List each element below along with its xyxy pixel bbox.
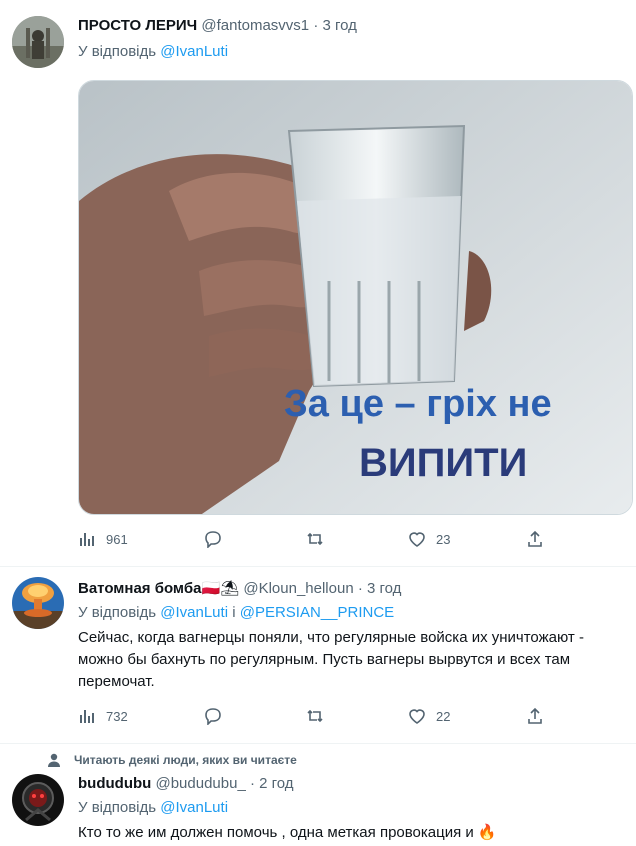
tweet-actions: 732 22 (78, 707, 558, 729)
author-handle[interactable]: @Kloun_helloun (243, 580, 353, 597)
retweet-button[interactable] (306, 707, 334, 725)
name-emoji: 🇵🇱⛱ (201, 580, 240, 597)
reply-prefix: У відповідь (78, 799, 157, 816)
reply-context: У відповідь @IvanLuti (78, 42, 228, 62)
retweet-icon (307, 532, 323, 546)
tweet-header: Ватомная бомба🇵🇱⛱ @Kloun_helloun · 3 год (78, 579, 401, 599)
views-count: 961 (106, 531, 128, 547)
reply-icon (205, 531, 221, 548)
share-icon (528, 707, 542, 724)
views-icon (80, 710, 94, 723)
avatar[interactable] (12, 774, 64, 826)
avatar-image (12, 577, 64, 629)
tweet-media-image[interactable]: За це – гріх не ВИПИТИ (78, 80, 633, 515)
reply-mention[interactable]: @IvanLuti (160, 799, 228, 816)
reply-button[interactable] (204, 707, 232, 725)
timestamp[interactable]: 3 год (367, 580, 401, 597)
avatar[interactable] (12, 16, 64, 68)
share-icon (528, 530, 542, 547)
separator-dot: · (249, 775, 255, 792)
tweet-text: Кто то же им должен помочь , одна меткая… (78, 824, 497, 841)
avatar-image (12, 16, 64, 68)
avatar-image (12, 774, 64, 826)
views-icon (80, 533, 94, 546)
separator-dot: · (313, 17, 319, 34)
avatar[interactable] (12, 577, 64, 629)
reply-prefix: У відповідь (78, 604, 157, 621)
tweet-3[interactable]: Читають деякі люди, яких ви читаєте budu… (0, 744, 636, 846)
tweet-header: bududubu @bududubu_ · 2 год (78, 774, 294, 794)
reply-context: У відповідь @IvanLuti (78, 798, 228, 818)
reply-button[interactable] (204, 530, 232, 548)
like-button[interactable]: 22 (408, 707, 450, 725)
reply-mention-2[interactable]: @PERSIAN__PRINCE (240, 604, 394, 621)
author-name[interactable]: ПРОСТО ЛЕРИЧ (78, 17, 197, 34)
retweet-button[interactable] (306, 530, 334, 548)
meme-image: За це – гріх не ВИПИТИ (79, 81, 632, 514)
social-context: Читають деякі люди, яких ви читаєте (46, 752, 297, 768)
reply-mention[interactable]: @IvanLuti (160, 43, 228, 60)
tweet-text: Сейчас, когда вагнерцы поняли, что регул… (78, 629, 584, 690)
views-button[interactable]: 961 (78, 530, 128, 548)
share-button[interactable] (526, 530, 554, 548)
author-name[interactable]: Ватомная бомба (78, 580, 201, 597)
heart-icon (409, 709, 425, 724)
author-handle[interactable]: @bududubu_ (155, 775, 245, 792)
social-context-text: Читають деякі люди, яких ви читаєте (74, 753, 297, 767)
heart-icon (409, 532, 425, 547)
reply-join: і (232, 604, 236, 621)
reply-prefix: У відповідь (78, 43, 157, 60)
tweet-header: ПРОСТО ЛЕРИЧ @fantomasvvs1 · 3 год (78, 16, 357, 36)
views-count: 732 (106, 708, 128, 724)
retweet-icon (307, 709, 323, 723)
tweet-1[interactable]: ПРОСТО ЛЕРИЧ @fantomasvvs1 · 3 год У від… (0, 0, 636, 566)
share-button[interactable] (526, 707, 554, 725)
author-name[interactable]: bududubu (78, 775, 151, 792)
reply-mention[interactable]: @IvanLuti (160, 604, 228, 621)
image-caption-line2: ВИПИТИ (359, 441, 527, 485)
timestamp[interactable]: 2 год (259, 775, 293, 792)
views-button[interactable]: 732 (78, 707, 128, 725)
tweet-2[interactable]: Ватомная бомба🇵🇱⛱ @Kloun_helloun · 3 год… (0, 567, 636, 743)
timestamp[interactable]: 3 год (323, 17, 357, 34)
like-count: 23 (436, 531, 451, 547)
reply-context: У відповідь @IvanLuti і @PERSIAN__PRINCE (78, 603, 394, 623)
person-icon (48, 753, 60, 767)
separator-dot: · (357, 580, 363, 597)
image-caption-line1: За це – гріх не (284, 383, 552, 425)
reply-icon (205, 708, 221, 725)
like-count: 22 (436, 708, 451, 724)
like-button[interactable]: 23 (408, 530, 450, 548)
tweet-actions: 961 23 (78, 530, 558, 552)
author-handle[interactable]: @fantomasvvs1 (201, 17, 309, 34)
